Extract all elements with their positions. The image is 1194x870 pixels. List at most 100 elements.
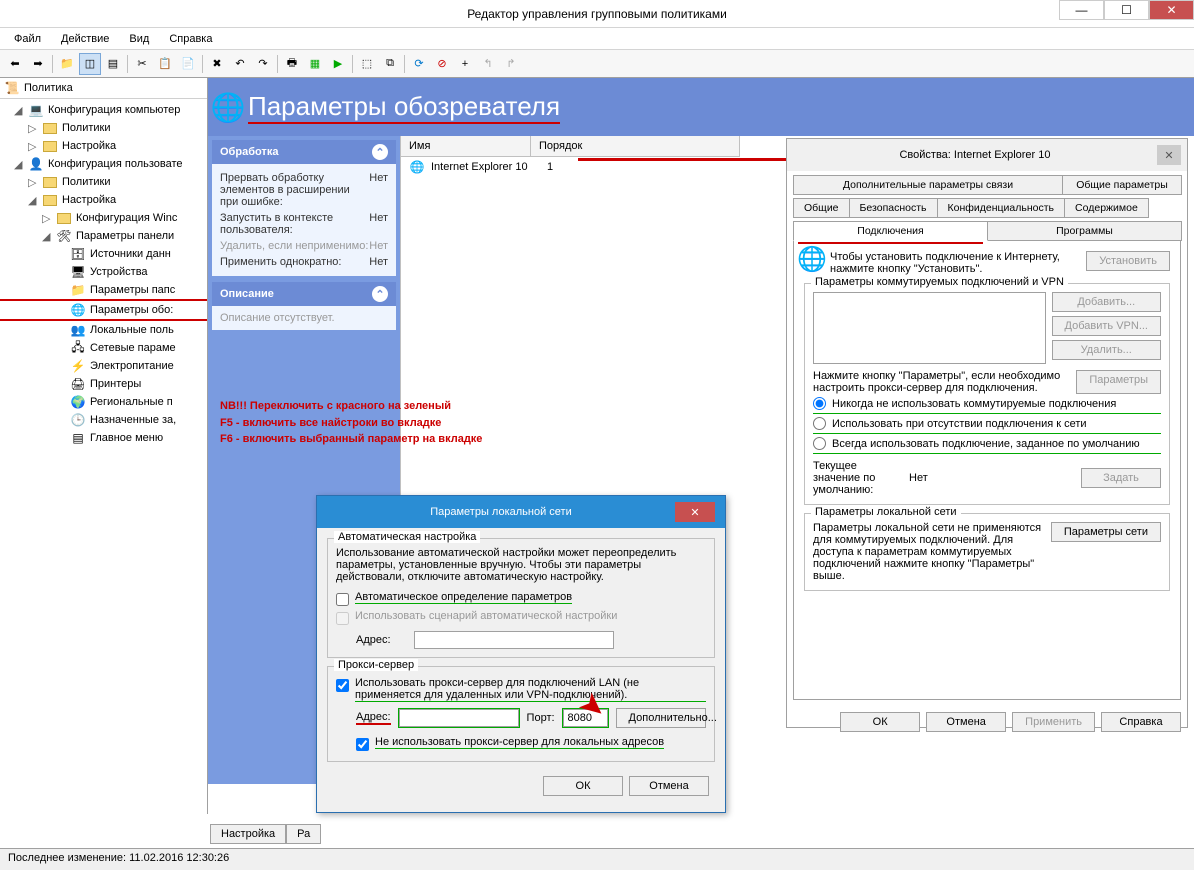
tab-settings[interactable]: Настройка (210, 824, 286, 844)
delete-button[interactable]: Удалить... (1052, 340, 1161, 360)
tree-item[interactable]: 🌍Региональные п (0, 393, 207, 411)
tree-item[interactable]: ▷Конфигурация Winc (0, 209, 207, 227)
col-name[interactable]: Имя (401, 136, 531, 156)
menu-file[interactable]: Файл (6, 31, 49, 47)
tree-item[interactable]: ◢Настройка (0, 191, 207, 209)
close-icon[interactable]: ✕ (1157, 145, 1181, 165)
stop-icon[interactable]: ⊘ (431, 53, 453, 75)
cb-auto-script[interactable]: Использовать сценарий автоматической нас… (336, 608, 706, 627)
close-button[interactable]: ✕ (1149, 0, 1194, 20)
lan-button[interactable]: Параметры сети (1051, 522, 1161, 542)
tree-item[interactable]: ◢🛠Параметры панели (0, 227, 207, 245)
delete-icon[interactable]: ✖ (206, 53, 228, 75)
tab-conn-extra[interactable]: Дополнительные параметры связи (793, 175, 1063, 195)
apply-button[interactable]: Применить (1012, 712, 1095, 732)
maximize-button[interactable]: ☐ (1104, 0, 1149, 20)
lan-group-title: Параметры локальной сети (811, 506, 961, 518)
cb-bypass-local[interactable]: Не использовать прокси-сервер для локаль… (336, 734, 706, 753)
dial-group-title: Параметры коммутируемых подключений и VP… (811, 276, 1068, 288)
forward-icon[interactable]: ➡ (27, 53, 49, 75)
tree-item[interactable]: 🖨Принтеры (0, 375, 207, 393)
copy-icon[interactable]: 📋 (154, 53, 176, 75)
tab-common[interactable]: Общие параметры (1062, 175, 1182, 195)
proxy-addr-input[interactable] (399, 709, 519, 727)
refresh-icon[interactable]: ⟳ (408, 53, 430, 75)
menu-action[interactable]: Действие (53, 31, 117, 47)
col-order[interactable]: Порядок (531, 136, 740, 156)
tree-item[interactable]: 📁Параметры папс (0, 281, 207, 299)
t3-icon[interactable]: ↰ (477, 53, 499, 75)
cut-icon[interactable]: ✂ (131, 53, 153, 75)
cb-auto-detect[interactable]: Автоматическое определение параметров (336, 589, 706, 608)
add-button[interactable]: Добавить... (1052, 292, 1161, 312)
up-icon[interactable]: 📁 (56, 53, 78, 75)
cb-use-proxy[interactable]: Использовать прокси-сервер для подключен… (336, 675, 706, 704)
tree-item[interactable]: ▷Настройка (0, 137, 207, 155)
tree-item[interactable]: 🕒Назначенные за, (0, 411, 207, 429)
help-button[interactable]: Справка (1101, 712, 1181, 732)
tree-item[interactable]: ▷Политики (0, 119, 207, 137)
print-icon[interactable]: 🖶 (281, 53, 303, 75)
tree-item[interactable]: ◢💻Конфигурация компьютер (0, 101, 207, 119)
processing-row: Запустить в контексте пользователя:Нет (220, 210, 388, 238)
list-item[interactable]: 🌐 Internet Explorer 10 1 (401, 157, 740, 177)
tree-root[interactable]: 📜 Политика (0, 78, 207, 99)
filter-icon[interactable]: ▦ (304, 53, 326, 75)
play-icon[interactable]: ▶ (327, 53, 349, 75)
advanced-button[interactable]: Дополнительно... (616, 708, 706, 728)
processing-header[interactable]: Обработка ⌃ (212, 140, 396, 164)
data-icon: 🗄 (70, 246, 86, 262)
tab-privacy[interactable]: Конфиденциальность (937, 198, 1066, 218)
tab-security[interactable]: Безопасность (849, 198, 938, 218)
policy-icon: 📜 (4, 80, 20, 96)
cancel-button[interactable]: Отмена (926, 712, 1006, 732)
pane-icon[interactable]: ◫ (79, 53, 101, 75)
tab-content[interactable]: Содержимое (1064, 198, 1149, 218)
script-addr-input[interactable] (414, 631, 614, 649)
users-icon: 👥 (70, 322, 86, 338)
processing-row: Применить однократно:Нет (220, 254, 388, 270)
undo-icon[interactable]: ↶ (229, 53, 251, 75)
tab-connections[interactable]: Подключения (793, 221, 988, 241)
startmenu-icon: ▤ (70, 430, 86, 446)
tree-item[interactable]: ▤Главное меню (0, 429, 207, 447)
plus-icon[interactable]: + (454, 53, 476, 75)
paste-icon[interactable]: 📄 (177, 53, 199, 75)
tree-item[interactable]: ⚡Электропитание (0, 357, 207, 375)
tab-programs[interactable]: Программы (987, 221, 1182, 241)
tree-item[interactable]: 🗄Источники данн (0, 245, 207, 263)
ok-button[interactable]: ОК (543, 776, 623, 796)
ok-button[interactable]: ОК (840, 712, 920, 732)
lan-text: Параметры локальной сети не применяются … (813, 522, 1045, 582)
redo-icon[interactable]: ↷ (252, 53, 274, 75)
radio-always[interactable]: Всегда использовать подключение, заданно… (813, 434, 1161, 454)
t4-icon[interactable]: ↱ (500, 53, 522, 75)
tree-item[interactable]: 🌐Параметры обо: (0, 299, 207, 321)
annotation-text: NB!!! Переключить с красного на зеленый … (220, 398, 482, 448)
default-button[interactable]: Задать (1081, 468, 1161, 488)
radio-nodial[interactable]: Использовать при отсутствии подключения … (813, 414, 1161, 434)
close-icon[interactable]: ✕ (675, 502, 715, 522)
description-header[interactable]: Описание ⌃ (212, 282, 396, 306)
tree-item[interactable]: 🖥Устройства (0, 263, 207, 281)
list-icon[interactable]: ▤ (102, 53, 124, 75)
tree-item[interactable]: ▷Политики (0, 173, 207, 191)
setup-button[interactable]: Установить (1086, 251, 1170, 271)
props-button[interactable]: Параметры (1076, 370, 1161, 394)
back-icon[interactable]: ⬅ (4, 53, 26, 75)
tree-item[interactable]: ◢👤Конфигурация пользовате (0, 155, 207, 173)
tab-general[interactable]: Общие (793, 198, 850, 218)
radio-never[interactable]: Никогда не использовать коммутируемые по… (813, 394, 1161, 414)
t1-icon[interactable]: ⬚ (356, 53, 378, 75)
tree-item[interactable]: 🖧Сетевые параме (0, 339, 207, 357)
tree-item[interactable]: 👥Локальные поль (0, 321, 207, 339)
menu-help[interactable]: Справка (161, 31, 220, 47)
tab-ra[interactable]: Ра (286, 824, 321, 844)
t2-icon[interactable]: ⧉ (379, 53, 401, 75)
minimize-button[interactable]: — (1059, 0, 1104, 20)
add-vpn-button[interactable]: Добавить VPN... (1052, 316, 1161, 336)
cancel-button[interactable]: Отмена (629, 776, 709, 796)
dial-listbox[interactable] (813, 292, 1046, 364)
proxy-port-input[interactable] (563, 709, 608, 727)
menu-view[interactable]: Вид (121, 31, 157, 47)
